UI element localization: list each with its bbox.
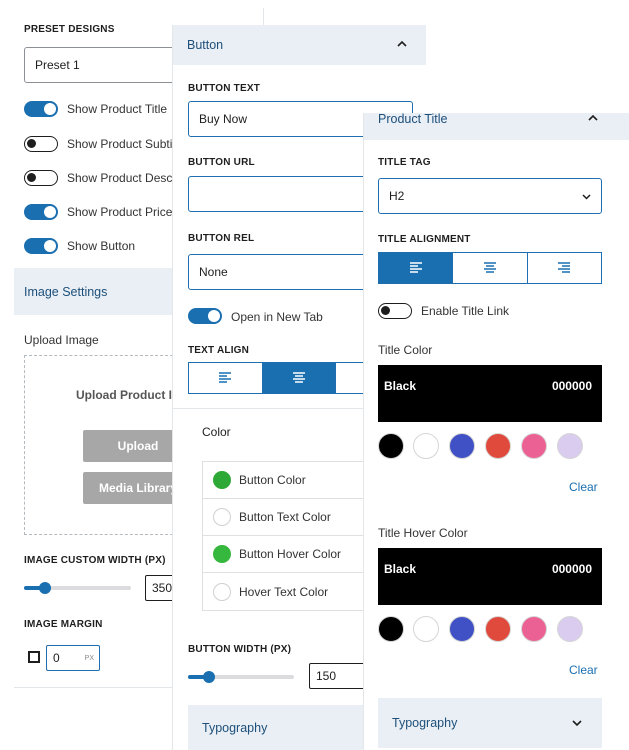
button-text-color-label: Button Text Color — [239, 510, 331, 524]
palette-swatch[interactable] — [413, 616, 439, 642]
image-settings-title: Image Settings — [24, 284, 108, 299]
text-align-label: TEXT ALIGN — [188, 345, 250, 356]
button-width-input[interactable]: 150 — [309, 663, 369, 689]
hover-text-color-swatch — [213, 582, 231, 601]
product-title-section-title: Product Title — [378, 113, 448, 126]
title-hover-color-clear-link[interactable]: Clear — [569, 663, 598, 677]
color-section-title: Color — [202, 425, 231, 439]
title-hover-color-name: Black — [384, 562, 417, 576]
palette-swatch[interactable] — [378, 616, 404, 642]
toggle-label-show-button: Show Button — [67, 239, 136, 253]
toggle-label-open-new-tab: Open in New Tab — [231, 310, 323, 324]
button-url-label: BUTTON URL — [188, 157, 255, 168]
palette-swatch[interactable] — [449, 433, 475, 459]
button-section-title: Button — [187, 38, 224, 52]
preset-select-value: Preset 1 — [35, 58, 80, 72]
toggle-enable-title-link[interactable] — [378, 303, 412, 319]
title-tag-label: TITLE TAG — [378, 157, 431, 168]
align-right-icon — [558, 262, 571, 273]
palette-swatch[interactable] — [557, 616, 583, 642]
preset-designs-label: PRESET DESIGNS — [24, 24, 115, 35]
title-hover-color-preview[interactable]: Black 000000 — [378, 548, 602, 605]
image-width-label: IMAGE CUSTOM WIDTH (PX) — [24, 555, 166, 566]
toggle-label-show-product-price: Show Product Price — [67, 205, 173, 219]
button-text-color-swatch — [213, 508, 231, 526]
image-margin-unit: PX — [84, 654, 94, 662]
palette-swatch[interactable] — [485, 616, 511, 642]
chevron-up-icon — [588, 114, 598, 121]
toggle-show-product-title[interactable] — [24, 101, 58, 117]
hover-text-color-label: Hover Text Color — [239, 584, 329, 599]
image-margin-label: IMAGE MARGIN — [24, 619, 103, 630]
button-rel-label: BUTTON REL — [188, 233, 255, 244]
title-hover-color-hex: 000000 — [551, 562, 592, 576]
title-alignment-control — [378, 252, 602, 284]
palette-swatch[interactable] — [485, 433, 511, 459]
button-color-swatch — [213, 471, 231, 489]
title-tag-value: H2 — [389, 189, 405, 203]
toggle-label-show-product-title: Show Product Title — [67, 102, 168, 116]
palette-swatch[interactable] — [378, 433, 404, 459]
palette-swatch[interactable] — [521, 616, 547, 642]
button-hover-color-swatch — [213, 545, 231, 563]
title-typography-title: Typography — [392, 716, 458, 730]
title-align-center-button[interactable] — [453, 253, 528, 283]
margin-link-icon[interactable] — [28, 651, 40, 663]
image-margin-value: 0 — [53, 651, 60, 665]
title-color-hex: 000000 — [551, 379, 592, 393]
button-width-label: BUTTON WIDTH (PX) — [188, 644, 292, 655]
title-typography-header[interactable]: Typography — [378, 698, 602, 748]
title-hover-color-label: Title Hover Color — [378, 526, 468, 540]
title-color-name: Black — [384, 379, 417, 393]
button-text-label: BUTTON TEXT — [188, 83, 261, 94]
button-color-label: Button Color — [239, 473, 306, 487]
toggle-label-enable-title-link: Enable Title Link — [421, 304, 510, 318]
title-color-clear-link[interactable]: Clear — [569, 480, 598, 494]
title-color-label: Title Color — [378, 343, 433, 357]
palette-swatch[interactable] — [557, 433, 583, 459]
title-align-left-button[interactable] — [379, 253, 454, 283]
button-section-header[interactable]: Button — [173, 25, 426, 65]
button-width-slider[interactable] — [188, 671, 294, 683]
chevron-down-icon — [582, 194, 591, 200]
toggle-show-product-description[interactable] — [24, 170, 58, 186]
align-center-icon — [293, 372, 305, 383]
toggle-show-button[interactable] — [24, 238, 58, 254]
title-tag-select[interactable]: H2 — [378, 178, 602, 214]
palette-swatch[interactable] — [449, 616, 475, 642]
product-title-panel: Product Title TITLE TAG H2 TITLE ALIGNME… — [363, 113, 629, 750]
chevron-down-icon — [572, 720, 582, 727]
chevron-up-icon — [397, 40, 407, 47]
title-alignment-label: TITLE ALIGNMENT — [378, 234, 471, 245]
image-width-slider-handle[interactable] — [39, 582, 52, 594]
align-left-button[interactable] — [189, 363, 263, 393]
title-color-preview[interactable]: Black 000000 — [378, 365, 602, 422]
palette-swatch[interactable] — [413, 433, 439, 459]
toggle-show-product-price[interactable] — [24, 204, 58, 220]
image-margin-input[interactable]: 0 PX — [46, 645, 100, 671]
button-hover-color-label: Button Hover Color — [239, 547, 342, 561]
align-center-icon — [483, 262, 496, 273]
toggle-show-product-subtitle[interactable] — [24, 136, 58, 152]
align-left-icon — [219, 372, 232, 383]
toggle-label-show-product-subtitle: Show Product Subtitle — [67, 137, 186, 151]
button-width-slider-handle[interactable] — [203, 671, 216, 683]
product-title-header[interactable]: Product Title — [364, 113, 629, 140]
image-width-slider[interactable] — [24, 582, 131, 594]
align-left-icon — [409, 262, 422, 273]
button-typography-title: Typography — [202, 720, 268, 735]
align-center-button[interactable] — [262, 363, 337, 393]
palette-swatch[interactable] — [521, 433, 547, 459]
button-rel-value: None — [199, 265, 228, 279]
title-align-right-button[interactable] — [528, 253, 601, 283]
toggle-open-new-tab[interactable] — [188, 308, 222, 324]
button-text-value: Buy Now — [199, 112, 248, 126]
upload-image-label: Upload Image — [24, 333, 99, 347]
